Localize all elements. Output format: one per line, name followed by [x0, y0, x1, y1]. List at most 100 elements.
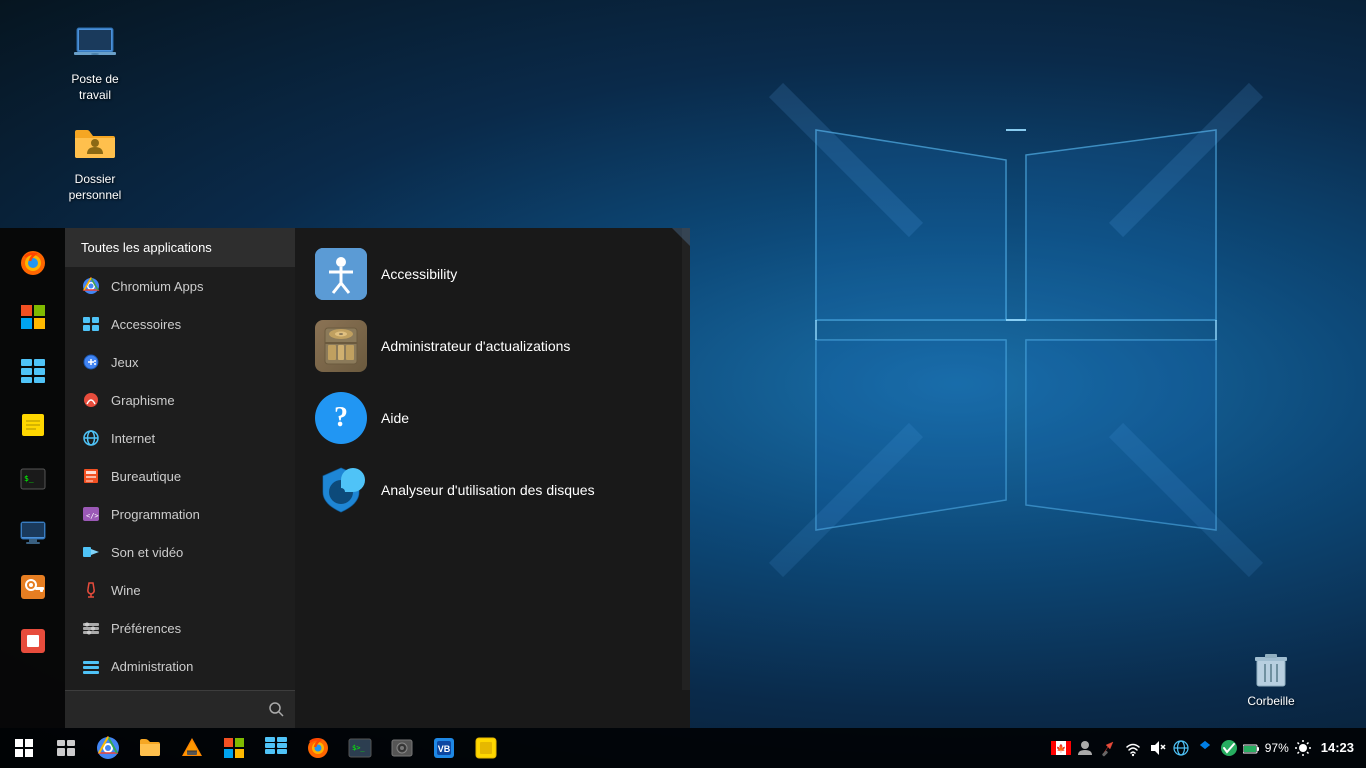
- menu-corner: [672, 228, 690, 246]
- taskbar-app-firefox[interactable]: [298, 728, 338, 768]
- category-chromium-apps[interactable]: Chromium Apps: [65, 267, 295, 305]
- battery-percent: 97%: [1265, 741, 1289, 755]
- taskbar: $>_ VB: [0, 728, 1366, 768]
- desktop-icon-dossier-personnel[interactable]: Dossier personnel: [55, 120, 135, 203]
- sidebar-icon-manager[interactable]: [8, 346, 58, 396]
- category-jeux[interactable]: Jeux: [65, 343, 295, 381]
- category-accessoires-label: Accessoires: [111, 317, 181, 332]
- start-menu-categories: Toutes les applications Chromium Apps: [65, 228, 295, 728]
- tray-battery[interactable]: 97%: [1243, 741, 1288, 755]
- son-video-icon: [81, 542, 101, 562]
- taskbar-app-virtualbox[interactable]: VB: [424, 728, 464, 768]
- tray-brightness[interactable]: [1293, 738, 1313, 758]
- app-entry-accessibility[interactable]: Accessibility: [315, 238, 670, 310]
- taskbar-app-store[interactable]: [214, 728, 254, 768]
- taskbar-app-manager[interactable]: [256, 728, 296, 768]
- sidebar-icon-sticky[interactable]: [8, 400, 58, 450]
- category-bureautique-label: Bureautique: [111, 469, 181, 484]
- desktop-icon-poste-travail-label: Poste de travail: [55, 72, 135, 103]
- administration-icon: [81, 656, 101, 676]
- start-menu-search: [65, 690, 295, 728]
- svg-text:VB: VB: [438, 744, 451, 754]
- taskbar-right: 🍁: [1051, 738, 1366, 758]
- app-icon-update: [315, 320, 367, 372]
- sidebar-icon-firefox[interactable]: [8, 238, 58, 288]
- tray-clock: 14:23: [1321, 740, 1354, 756]
- scroll-indicator: [682, 228, 690, 690]
- sidebar-icon-terminal[interactable]: $_: [8, 454, 58, 504]
- svg-text:</>: </>: [86, 512, 99, 520]
- category-wine[interactable]: Wine: [65, 571, 295, 609]
- sidebar-icon-screen[interactable]: [8, 508, 58, 558]
- category-internet-label: Internet: [111, 431, 155, 446]
- app-label-accessibility: Accessibility: [381, 266, 457, 282]
- start-menu-sidebar: $_: [0, 228, 65, 728]
- sidebar-icon-store[interactable]: [8, 292, 58, 342]
- chromium-apps-icon: [81, 276, 101, 296]
- tray-dropbox[interactable]: [1195, 738, 1215, 758]
- app-icon-accessibility: [315, 248, 367, 300]
- sidebar-icon-key[interactable]: [8, 562, 58, 612]
- category-preferences-label: Préférences: [111, 621, 181, 636]
- category-chromium-apps-label: Chromium Apps: [111, 279, 203, 294]
- all-apps-header[interactable]: Toutes les applications: [65, 228, 295, 267]
- jeux-icon: [81, 352, 101, 372]
- task-view-button[interactable]: [46, 728, 86, 768]
- recycle-bin[interactable]: Corbeille: [1236, 646, 1306, 708]
- app-entry-update[interactable]: Administrateur d'actualizations: [315, 310, 670, 382]
- taskbar-app-chromium[interactable]: [88, 728, 128, 768]
- tray-user[interactable]: [1075, 738, 1095, 758]
- search-input[interactable]: [75, 702, 261, 717]
- category-programmation-label: Programmation: [111, 507, 200, 522]
- tray-sound[interactable]: [1147, 738, 1167, 758]
- taskbar-app-files[interactable]: [130, 728, 170, 768]
- start-menu-apps: Accessibility: [295, 228, 690, 728]
- app-label-update: Administrateur d'actualizations: [381, 338, 570, 354]
- category-graphisme[interactable]: Graphisme: [65, 381, 295, 419]
- taskbar-app-disk[interactable]: [382, 728, 422, 768]
- tray-flag[interactable]: 🍁: [1051, 738, 1071, 758]
- taskbar-app-vlc[interactable]: [172, 728, 212, 768]
- app-entry-aide[interactable]: ? Aide: [315, 382, 670, 454]
- desktop-icon-dossier-label: Dossier personnel: [55, 172, 135, 203]
- category-jeux-label: Jeux: [111, 355, 138, 370]
- category-preferences[interactable]: Préférences: [65, 609, 295, 647]
- svg-text:$>_: $>_: [352, 744, 365, 752]
- tray-wifi[interactable]: [1123, 738, 1143, 758]
- category-internet[interactable]: Internet: [65, 419, 295, 457]
- preferences-icon: [81, 618, 101, 638]
- category-graphisme-label: Graphisme: [111, 393, 175, 408]
- app-icon-aide: ?: [315, 392, 367, 444]
- tray-check[interactable]: [1219, 738, 1239, 758]
- start-button[interactable]: [4, 728, 44, 768]
- accessoires-icon: [81, 314, 101, 334]
- start-menu: $_: [0, 228, 690, 728]
- svg-text:🍁: 🍁: [1056, 743, 1066, 753]
- internet-icon: [81, 428, 101, 448]
- recycle-bin-label: Corbeille: [1247, 694, 1294, 708]
- sidebar-icon-stop[interactable]: [8, 616, 58, 666]
- category-wine-label: Wine: [111, 583, 141, 598]
- category-administration[interactable]: Administration: [65, 647, 295, 685]
- category-son-video[interactable]: Son et vidéo: [65, 533, 295, 571]
- category-administration-label: Administration: [111, 659, 193, 674]
- tray-tools[interactable]: [1099, 738, 1119, 758]
- windows-logo: [766, 80, 1266, 580]
- bureautique-icon: [81, 466, 101, 486]
- svg-text:?: ?: [334, 402, 348, 433]
- app-label-disk-analyzer: Analyseur d'utilisation des disques: [381, 482, 595, 498]
- category-accessoires[interactable]: Accessoires: [65, 305, 295, 343]
- taskbar-app-terminal[interactable]: $>_: [340, 728, 380, 768]
- tray-time[interactable]: 14:23: [1317, 740, 1358, 756]
- category-bureautique[interactable]: Bureautique: [65, 457, 295, 495]
- taskbar-app-yellow[interactable]: [466, 728, 506, 768]
- app-entry-disk-analyzer[interactable]: Analyseur d'utilisation des disques: [315, 454, 670, 526]
- category-programmation[interactable]: </> Programmation: [65, 495, 295, 533]
- desktop-icon-poste-travail[interactable]: Poste de travail: [55, 20, 135, 103]
- wine-icon: [81, 580, 101, 600]
- desktop: Poste de travail Dossier personnel Corbe…: [0, 0, 1366, 768]
- folder-icon: [71, 120, 119, 168]
- graphisme-icon: [81, 390, 101, 410]
- tray-network[interactable]: [1171, 738, 1191, 758]
- category-son-video-label: Son et vidéo: [111, 545, 183, 560]
